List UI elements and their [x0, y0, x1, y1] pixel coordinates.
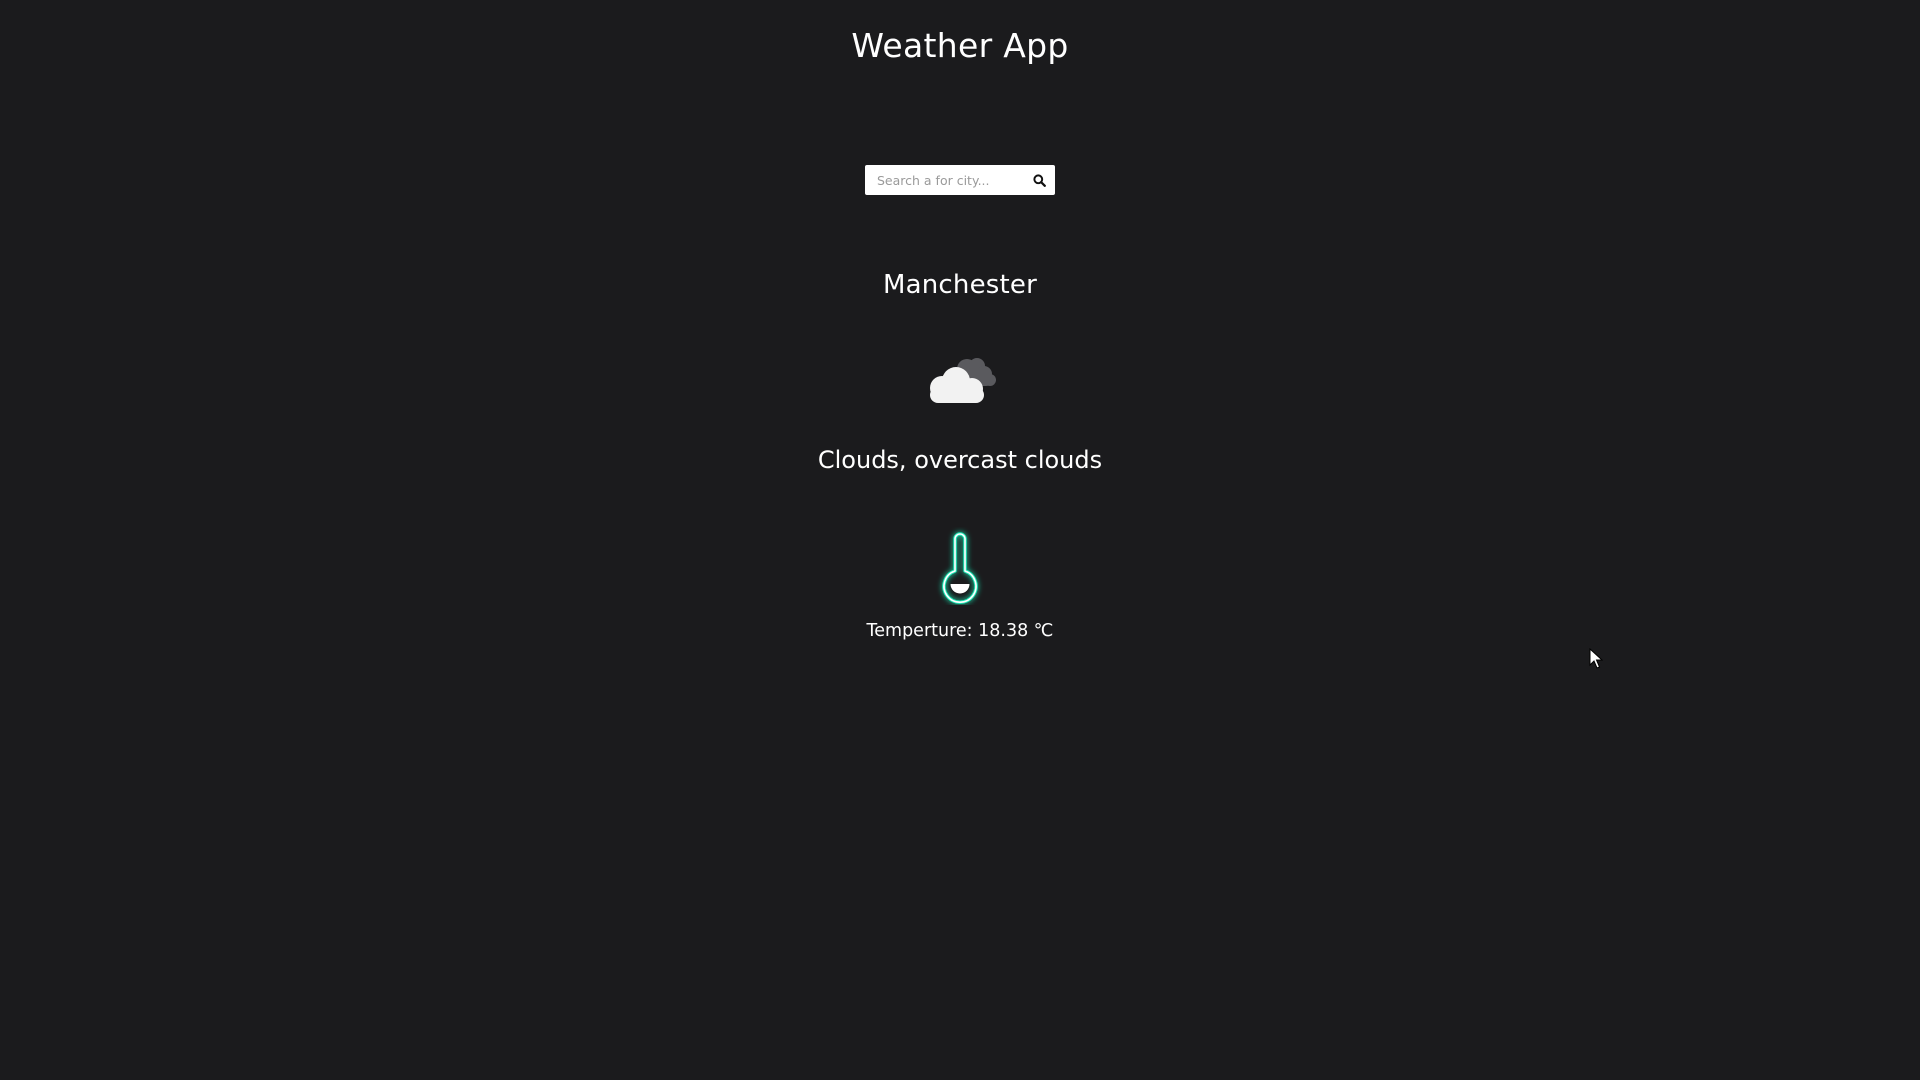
thermometer-icon	[942, 532, 978, 604]
page-title: Weather App	[851, 26, 1069, 65]
search-button[interactable]	[1029, 170, 1049, 190]
weather-app-page: Weather App Manchester Clouds, overcast	[0, 0, 1920, 1080]
city-name: Manchester	[882, 270, 1038, 300]
city-search-input[interactable]	[865, 166, 1027, 194]
mouse-cursor-icon	[1589, 648, 1603, 669]
search-icon	[1032, 173, 1046, 187]
cloud-icon	[930, 358, 996, 403]
search-bar	[865, 165, 1055, 195]
temperature-text: Temperture: 18.38 ℃	[866, 621, 1054, 641]
weather-description: Clouds, overcast clouds	[817, 446, 1103, 474]
